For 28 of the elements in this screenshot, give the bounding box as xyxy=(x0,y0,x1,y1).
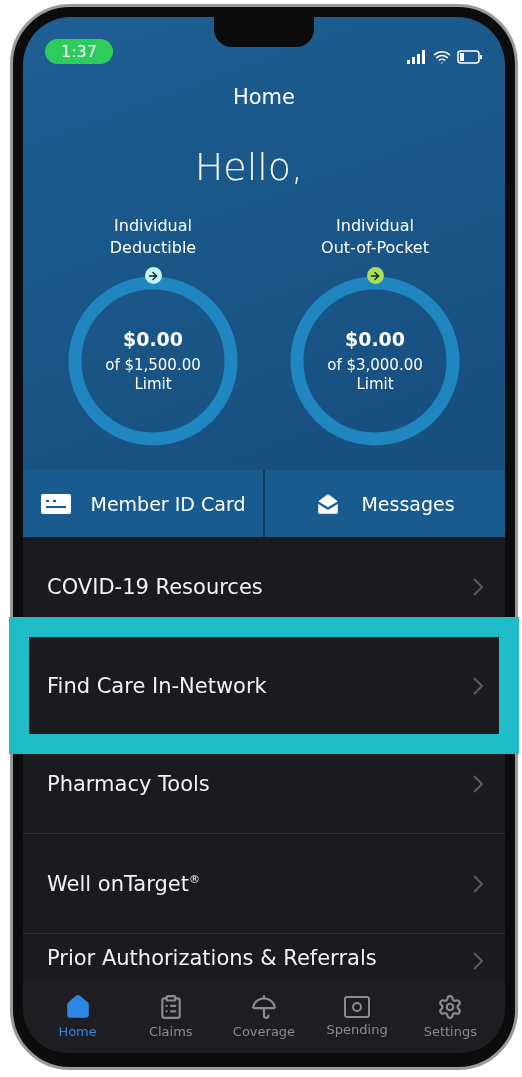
tab[interactable]: Settings xyxy=(410,992,491,1040)
tab[interactable]: Home xyxy=(37,992,118,1040)
status-time: 1:37 xyxy=(45,38,113,64)
gauge-label: Individual Deductible xyxy=(109,215,197,259)
gauge-value: $0.00 xyxy=(122,328,184,350)
gauge-label: Individual Out-of-Pocket xyxy=(321,215,429,259)
tab[interactable]: Spending xyxy=(317,994,398,1038)
umbrella-icon xyxy=(250,993,277,1020)
chevron-icon xyxy=(473,577,483,596)
chevron-icon xyxy=(473,952,483,970)
settings-icon xyxy=(437,993,464,1020)
signal-icon xyxy=(407,50,427,64)
id-card-icon xyxy=(40,493,71,514)
greeting: Hello, xyxy=(194,145,304,189)
gauge-value: $0.00 xyxy=(344,328,406,350)
chevron-icon xyxy=(473,676,483,695)
screen-title: Home xyxy=(233,85,295,109)
chevron-icon xyxy=(473,774,483,793)
battery-icon xyxy=(457,50,483,64)
menu-item[interactable]: Find Care In-Network xyxy=(9,617,519,754)
tab[interactable]: Claims xyxy=(130,992,211,1040)
gauge-limit: of $1,500.00 Limit xyxy=(105,356,201,394)
gauge-limit: of $3,000.00 Limit xyxy=(327,356,423,394)
wifi-icon xyxy=(433,48,451,66)
banknote-icon xyxy=(344,995,371,1018)
home-icon xyxy=(64,993,91,1020)
tab[interactable]: Coverage xyxy=(223,992,304,1040)
chevron-icon xyxy=(473,874,483,893)
